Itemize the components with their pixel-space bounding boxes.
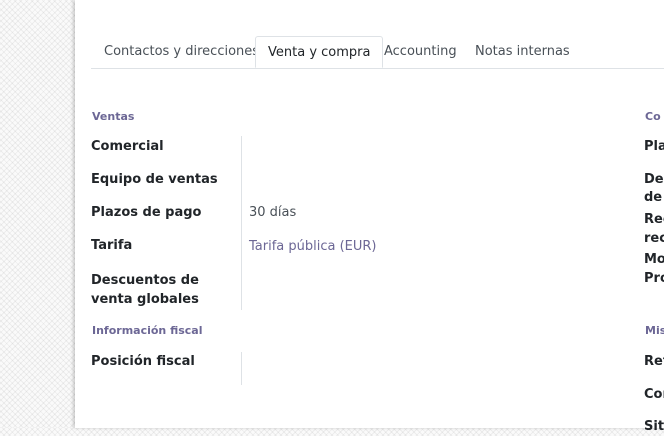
section-title-informacion-fiscal: Información fiscal [92,324,203,337]
tab-accounting[interactable]: Accounting [384,36,457,68]
tab-notas-internas[interactable]: Notas internas [475,36,570,68]
label-right-ref: Ref [644,354,664,369]
label-plazos-pago: Plazos de pago [91,205,202,220]
field-plazos-pago[interactable]: 30 días [249,203,296,222]
field-separator [241,136,242,310]
label-right-rec: Rec [644,212,664,227]
label-right-pro: Pro [644,271,664,286]
label-equipo-ventas: Equipo de ventas [91,172,218,187]
label-right-mon: Mon [644,252,664,267]
label-right-pla: Pla [644,139,664,154]
label-right-dec: de c [644,190,664,205]
label-posicion-fiscal: Posición fiscal [91,354,195,369]
tab-contactos[interactable]: Contactos y direcciones [104,36,259,68]
tab-venta-compra[interactable]: Venta y compra [255,36,384,68]
section-title-right-2: Mis [645,324,664,337]
label-descuentos-globales: Descuentos de venta globales [91,273,199,307]
label-comercial: Comercial [91,139,164,154]
notebook-tabs: Contactos y direcciones Venta y compra A… [91,36,664,69]
label-right-cor: Cor [644,387,664,402]
field-separator [241,352,242,385]
label-tarifa: Tarifa [91,238,133,253]
label-right-des: Des [644,172,664,187]
form-sheet: Contactos y direcciones Venta y compra A… [75,0,664,434]
field-tarifa[interactable]: Tarifa pública (EUR) [249,237,377,256]
section-title-right-1: Co [645,110,661,123]
label-right-siti: Siti [644,419,664,434]
label-right-rec2: rec [644,231,664,246]
section-title-ventas: Ventas [92,110,135,123]
